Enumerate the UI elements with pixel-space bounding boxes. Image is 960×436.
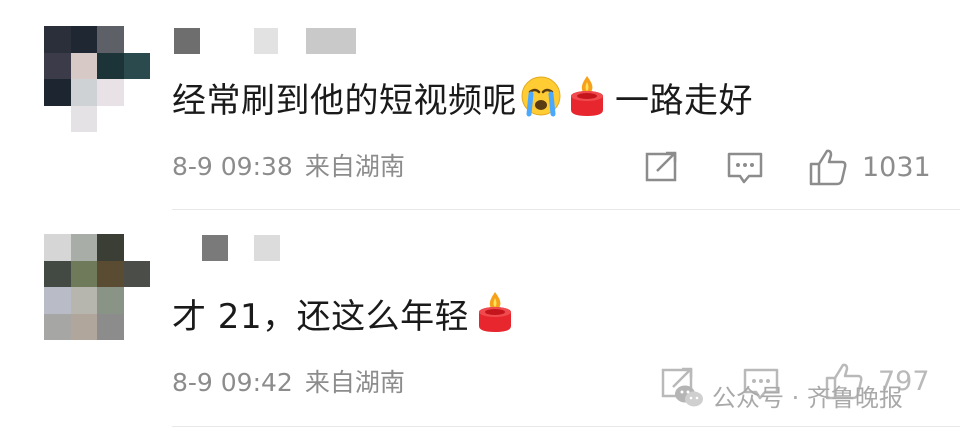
wechat-logo-icon	[675, 385, 703, 406]
like-button[interactable]: 1031	[808, 148, 931, 186]
candle-icon	[475, 290, 515, 345]
avatar[interactable]	[44, 26, 150, 132]
comment-text-tail: 一路走好	[615, 81, 753, 121]
thumbs-up-icon	[809, 149, 847, 186]
share-button[interactable]	[644, 150, 680, 184]
comment-text-main: 经常刷到他的短视频呢	[172, 81, 517, 121]
divider	[172, 426, 960, 427]
comment-meta: 8-9 09:38 来自湖南	[172, 150, 405, 184]
comment-icon	[727, 152, 763, 184]
comment-meta: 8-9 09:42 来自湖南	[172, 366, 405, 400]
like-count: 1031	[862, 151, 931, 183]
timestamp: 8-9 09:38	[172, 152, 293, 181]
candle-icon	[567, 74, 607, 129]
comment-text: 经常刷到他的短视频呢 一路走好	[172, 74, 753, 129]
location: 来自湖南	[304, 368, 405, 397]
share-icon	[645, 151, 677, 182]
comment-button[interactable]	[726, 151, 764, 185]
watermark: 公众号 · 齐鲁晚报	[674, 378, 903, 413]
watermark-text: 公众号 · 齐鲁晚报	[712, 384, 903, 412]
location: 来自湖南	[304, 152, 405, 181]
comment-text: 才 21，还这么年轻	[172, 290, 517, 345]
divider	[172, 209, 960, 210]
crying-face-icon	[519, 74, 563, 129]
avatar[interactable]	[44, 234, 150, 340]
timestamp: 8-9 09:42	[172, 368, 293, 397]
comment-text-main: 才 21，还这么年轻	[172, 297, 470, 337]
